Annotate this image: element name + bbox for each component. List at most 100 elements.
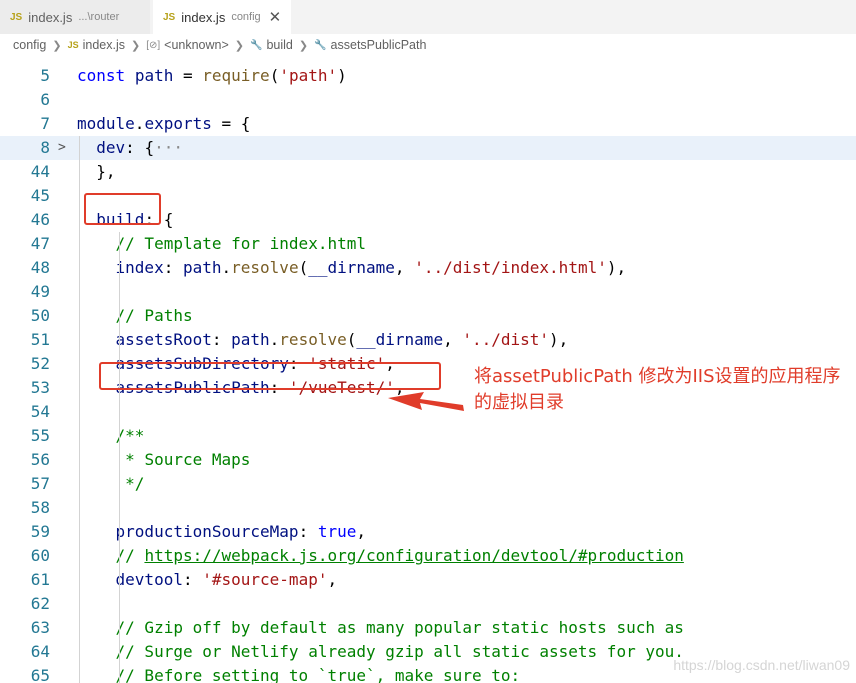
code-line[interactable]: 56 * Source Maps <box>0 448 856 472</box>
code-line[interactable]: 55 /** <box>0 424 856 448</box>
code-line[interactable]: 57 */ <box>0 472 856 496</box>
line-number: 46 <box>30 210 50 229</box>
watermark: https://blog.csdn.net/liwan09 <box>673 657 850 673</box>
breadcrumb: config ❯ JS index.js ❯ [⊘] <unknown> ❯ 🔧… <box>0 34 856 56</box>
breadcrumb-unknown[interactable]: <unknown> <box>164 38 229 52</box>
code-line[interactable]: 6 <box>0 88 856 112</box>
code-line[interactable]: 7 module.exports = { <box>0 112 856 136</box>
line-number: 65 <box>30 666 50 683</box>
code-line[interactable]: 50 // Paths <box>0 304 856 328</box>
build-highlight-box <box>84 193 161 225</box>
code-token: // Gzip off by default as many popular s… <box>115 618 684 637</box>
code-line[interactable]: 49 <box>0 280 856 304</box>
code-line[interactable]: 8 > dev: {··· <box>0 136 856 160</box>
folded-ellipsis[interactable]: ··· <box>154 138 183 157</box>
line-number: 54 <box>30 402 50 421</box>
line-number: 63 <box>30 618 50 637</box>
wrench-icon: 🔧 <box>314 39 327 51</box>
breadcrumb-build[interactable]: build <box>266 38 292 52</box>
line-number: 53 <box>30 378 50 397</box>
code-token: : <box>163 258 183 277</box>
code-link[interactable]: https://webpack.js.org/configuration/dev… <box>144 546 683 565</box>
code-token: __dirname <box>308 258 395 277</box>
assets-public-path-highlight-box <box>99 362 441 390</box>
code-text: dev: {··· <box>77 136 183 160</box>
line-number: 5 <box>40 66 50 85</box>
code-line[interactable]: 58 <box>0 496 856 520</box>
line-number: 8 <box>40 138 50 157</box>
variable-icon: [⊘] <box>146 39 161 51</box>
code-token: = { <box>211 114 251 133</box>
code-token: ), <box>606 258 627 277</box>
code-text: productionSourceMap: true, <box>77 520 366 544</box>
code-line[interactable]: 5 const path = require('path') <box>0 64 856 88</box>
code-token: // Surge or Netlify already gzip all sta… <box>115 642 684 661</box>
code-text: devtool: '#source-map', <box>77 568 338 592</box>
code-token: dev <box>96 138 126 157</box>
code-text: /** <box>77 424 145 448</box>
code-token: assetsRoot <box>115 330 212 349</box>
tab-router-index[interactable]: JS index.js ...\router <box>0 0 150 34</box>
close-icon[interactable]: ✕ <box>269 8 282 26</box>
code-token: : { <box>125 138 155 157</box>
code-token: path <box>231 330 270 349</box>
breadcrumb-assets-public-path[interactable]: assetsPublicPath <box>331 38 427 52</box>
code-token: : <box>182 570 203 589</box>
code-line[interactable]: 63 // Gzip off by default as many popula… <box>0 616 856 640</box>
line-number: 7 <box>40 114 50 133</box>
code-line[interactable]: 48 index: path.resolve(__dirname, '../di… <box>0 256 856 280</box>
breadcrumb-config[interactable]: config <box>13 38 46 52</box>
line-number: 59 <box>30 522 50 541</box>
tab-label: index.js <box>28 9 73 25</box>
code-token: 'path' <box>279 66 338 85</box>
line-number: 51 <box>30 330 50 349</box>
code-line[interactable]: 60 // https://webpack.js.org/configurati… <box>0 544 856 568</box>
code-token: */ <box>125 474 145 493</box>
code-text: index: path.resolve(__dirname, '../dist/… <box>77 256 627 280</box>
fold-chevron-icon[interactable]: > <box>58 136 66 160</box>
code-token: path <box>134 66 174 85</box>
code-line[interactable]: 44 }, <box>0 160 856 184</box>
code-token: ) <box>337 66 347 85</box>
code-token: . <box>221 258 232 277</box>
code-line[interactable]: 51 assetsRoot: path.resolve(__dirname, '… <box>0 328 856 352</box>
code-text: // Paths <box>77 304 193 328</box>
code-text: * Source Maps <box>77 448 250 472</box>
js-file-icon: JS <box>10 11 23 23</box>
breadcrumb-index-js[interactable]: index.js <box>83 38 125 52</box>
code-token: true <box>317 522 357 541</box>
code-token: // Before setting to `true`, make sure t… <box>115 666 521 683</box>
code-token: ), <box>549 330 569 349</box>
code-token: ( <box>269 66 280 85</box>
indent-guide <box>119 232 120 683</box>
code-token: . <box>134 114 145 133</box>
code-line[interactable]: 62 <box>0 592 856 616</box>
code-text: }, <box>77 160 115 184</box>
code-token: : <box>211 330 232 349</box>
code-line[interactable]: 59 productionSourceMap: true, <box>0 520 856 544</box>
tab-path: config <box>231 11 261 23</box>
line-number: 44 <box>30 162 50 181</box>
code-token: ( <box>346 330 357 349</box>
line-number: 60 <box>30 546 50 565</box>
code-token: , <box>356 522 366 541</box>
line-number: 55 <box>30 426 50 445</box>
code-line[interactable]: 47 // Template for index.html <box>0 232 856 256</box>
tab-config-index[interactable]: JS index.js config ✕ <box>153 0 291 34</box>
code-text: // Surge or Netlify already gzip all sta… <box>77 640 684 664</box>
code-line[interactable]: 61 devtool: '#source-map', <box>0 568 856 592</box>
line-number: 48 <box>30 258 50 277</box>
code-token: ( <box>298 258 309 277</box>
code-text: // https://webpack.js.org/configuration/… <box>77 544 684 568</box>
code-token: __dirname <box>356 330 444 349</box>
